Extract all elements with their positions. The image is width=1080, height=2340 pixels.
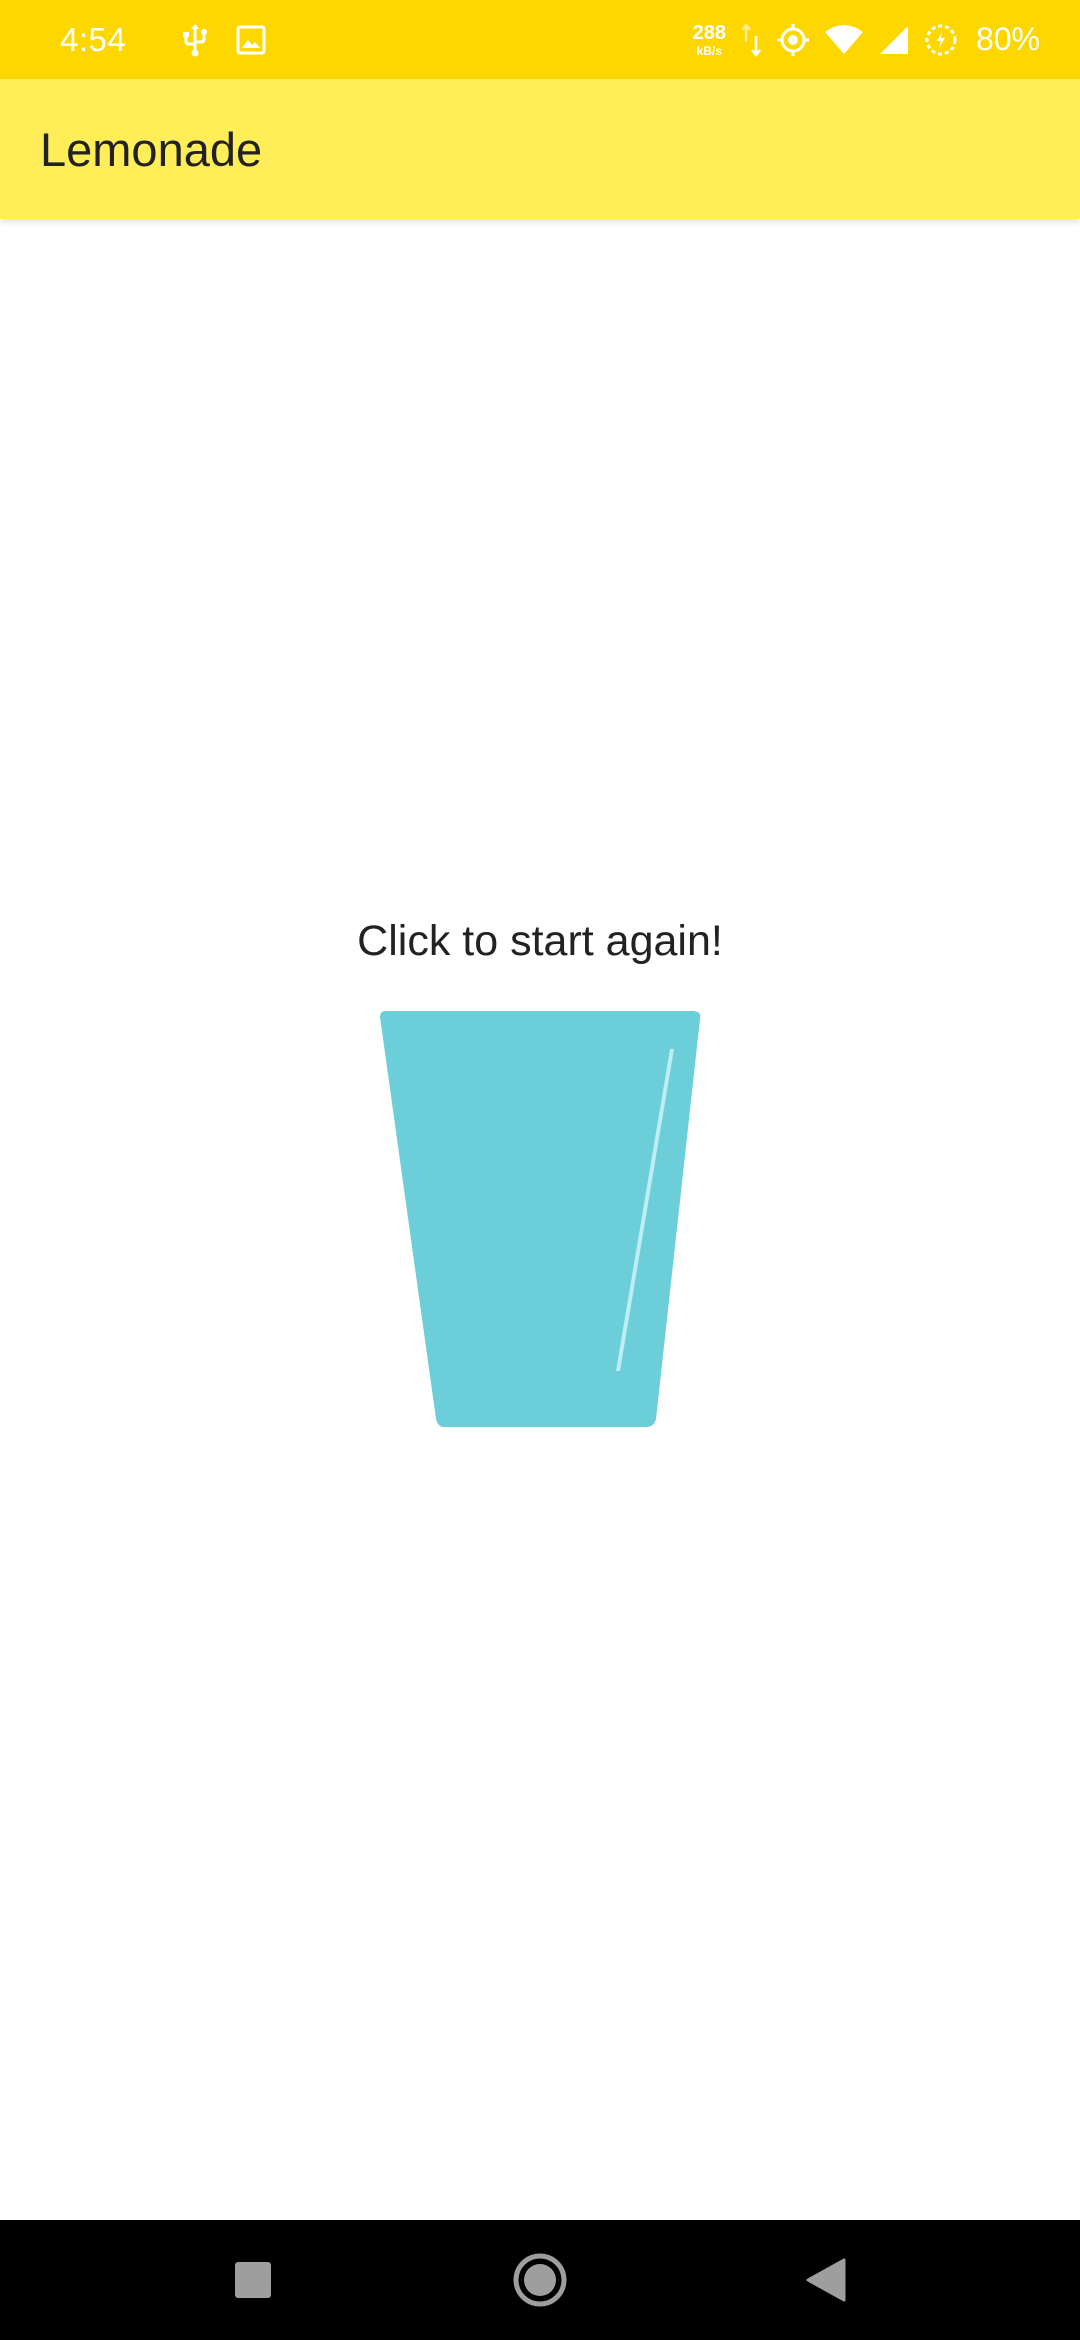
network-speed: 288 kB/s [693, 23, 726, 57]
network-speed-value: 288 [692, 21, 726, 44]
home-button[interactable] [480, 2220, 600, 2340]
recents-icon [235, 2262, 271, 2298]
empty-glass-icon [380, 1011, 701, 1427]
usb-icon [182, 20, 208, 60]
image-icon [236, 20, 266, 60]
back-icon [806, 2258, 846, 2302]
network-speed-unit: kB/s [696, 43, 722, 58]
battery-saver-icon [924, 20, 958, 60]
main-content: Click to start again! [0, 219, 1080, 2220]
data-activity-icon [740, 20, 762, 60]
status-bar: 4:54 288 kB/s 80% [0, 0, 1080, 79]
screen: 4:54 288 kB/s 80% Lemonade Click to star… [0, 0, 1080, 2340]
battery-percentage: 80% [975, 21, 1040, 57]
signal-icon [878, 20, 910, 60]
app-title: Lemonade [40, 122, 263, 176]
back-button[interactable] [766, 2220, 886, 2340]
instruction-text: Click to start again! [357, 917, 723, 965]
app-bar: Lemonade [0, 79, 1080, 219]
recents-button[interactable] [193, 2220, 313, 2340]
home-icon [513, 2253, 567, 2307]
wifi-icon [824, 20, 864, 60]
navigation-bar [0, 2220, 1080, 2340]
empty-glass-button[interactable] [372, 1011, 708, 1431]
status-time: 4:54 [60, 20, 127, 58]
location-icon [776, 20, 810, 60]
